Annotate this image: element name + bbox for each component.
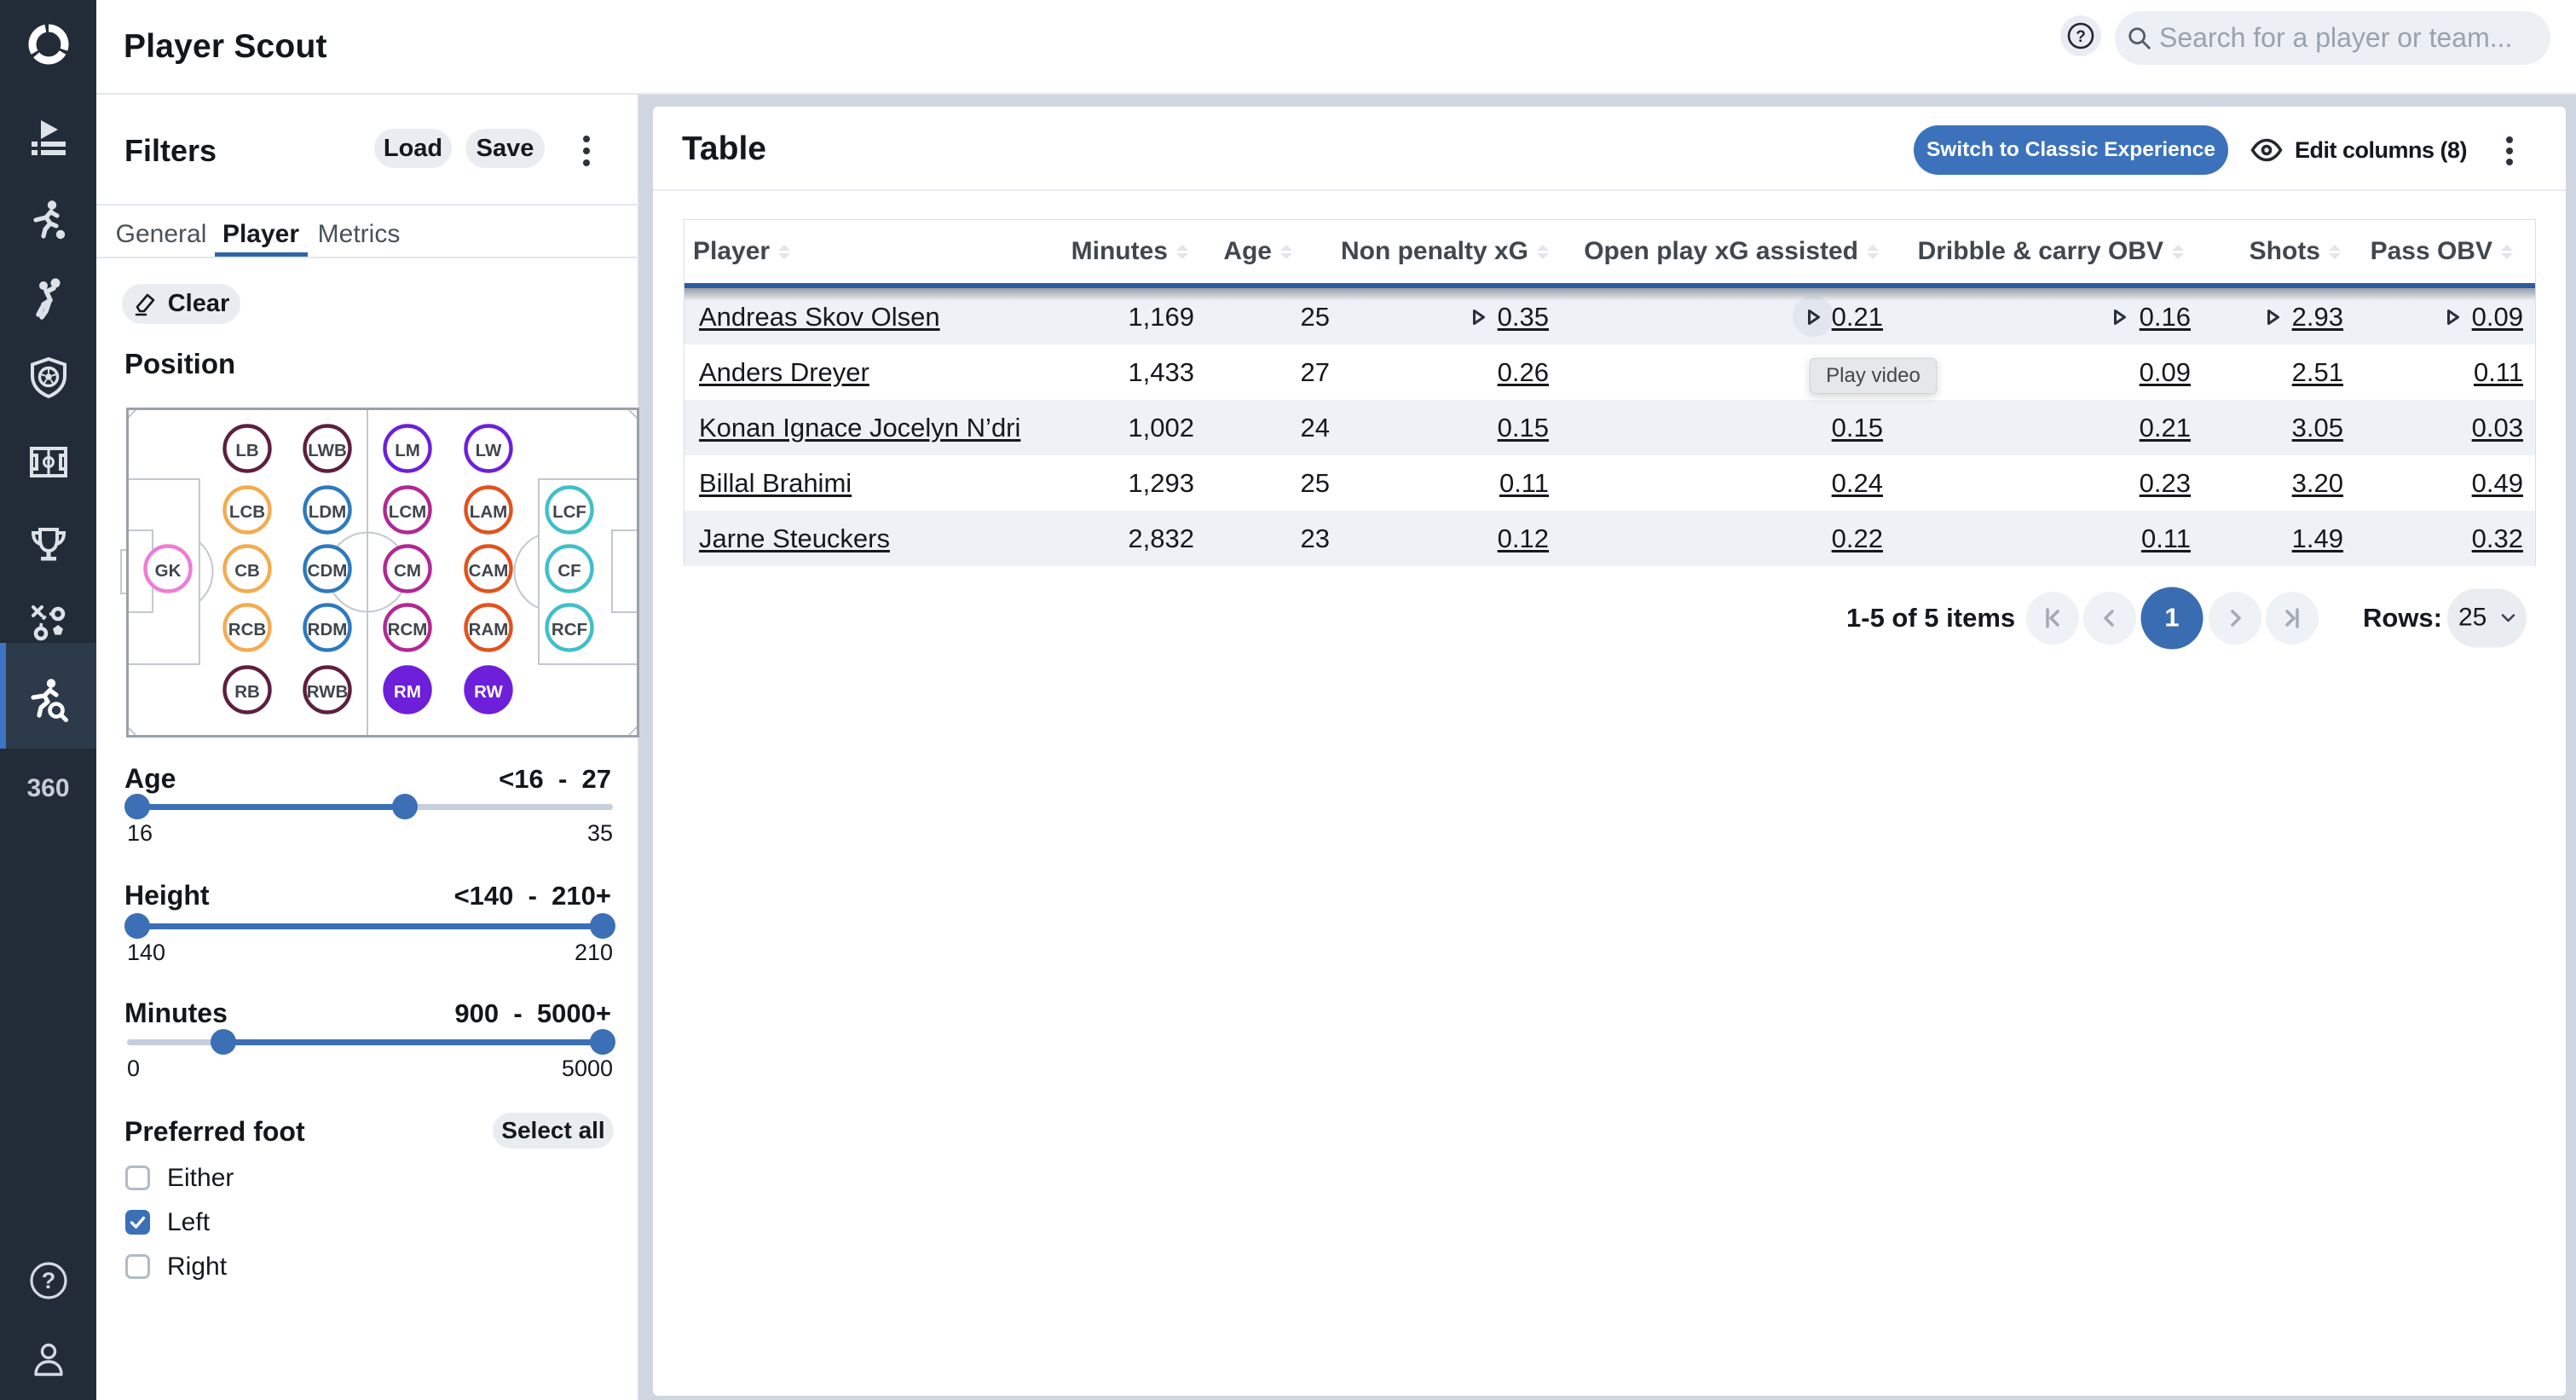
svg-text:CB: CB	[234, 561, 260, 581]
svg-text:RW: RW	[474, 682, 503, 702]
svg-text:?: ?	[2076, 28, 2086, 46]
svg-text:LW: LW	[476, 441, 502, 460]
svg-text:LM: LM	[395, 441, 420, 460]
svg-text:RWB: RWB	[307, 682, 349, 702]
svg-text:?: ?	[41, 1268, 55, 1293]
svg-text:CM: CM	[394, 561, 421, 581]
svg-text:RDM: RDM	[308, 620, 348, 639]
svg-text:CDM: CDM	[308, 561, 348, 581]
svg-text:RCF: RCF	[552, 620, 587, 639]
svg-text:LCF: LCF	[552, 502, 586, 522]
svg-text:LCB: LCB	[229, 502, 265, 522]
svg-text:RM: RM	[394, 682, 421, 702]
svg-text:RAM: RAM	[469, 620, 509, 639]
svg-text:CF: CF	[557, 561, 580, 581]
svg-text:LB: LB	[235, 441, 258, 460]
svg-text:RB: RB	[234, 682, 260, 702]
svg-text:RCM: RCM	[388, 620, 428, 639]
svg-text:LWB: LWB	[308, 441, 347, 460]
svg-text:GK: GK	[155, 561, 182, 581]
svg-text:CAM: CAM	[469, 561, 509, 581]
svg-text:LCM: LCM	[389, 502, 426, 522]
svg-text:RCB: RCB	[228, 620, 266, 639]
svg-text:LAM: LAM	[470, 502, 507, 522]
svg-text:LDM: LDM	[309, 502, 346, 522]
